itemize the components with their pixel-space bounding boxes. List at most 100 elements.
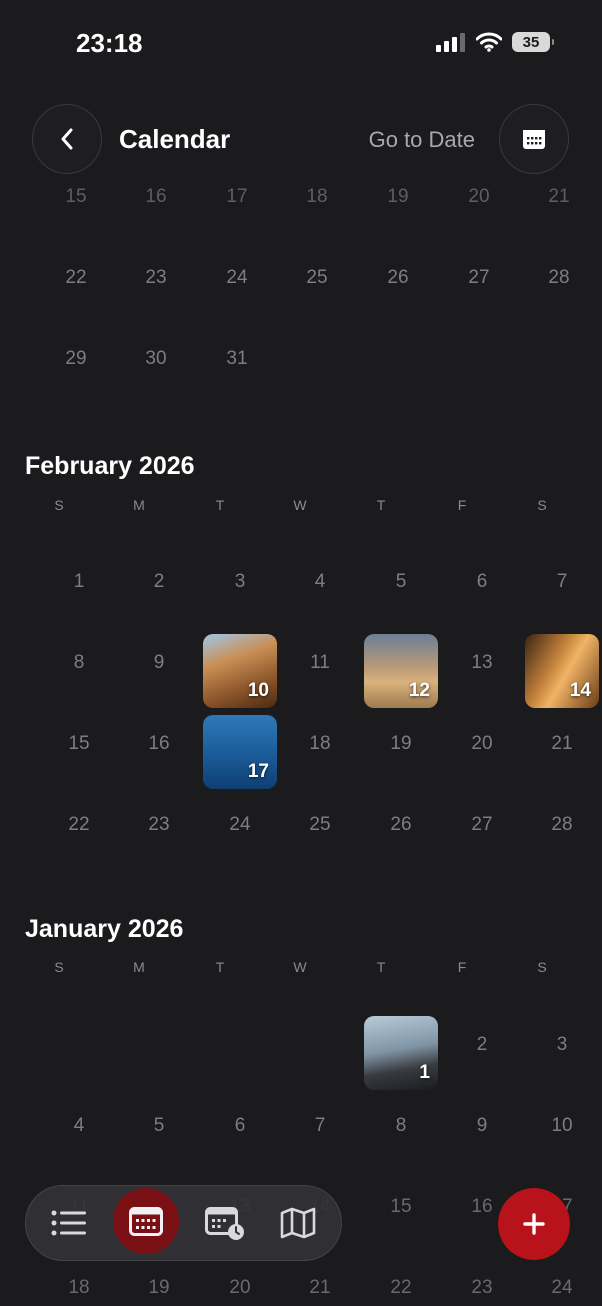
day-cell[interactable]: 21 — [548, 186, 569, 208]
weekday-header: F — [457, 959, 467, 975]
day-cell[interactable]: 25 — [306, 267, 327, 289]
day-cell[interactable]: 20 — [471, 733, 492, 755]
weekday-header: S — [54, 959, 64, 975]
day-cell[interactable]: 31 — [226, 348, 247, 370]
plus-icon — [523, 1213, 545, 1235]
day-cell[interactable]: 13 — [471, 652, 492, 674]
weekday-header: T — [376, 959, 386, 975]
day-cell[interactable]: 4 — [74, 1115, 85, 1137]
day-cell[interactable]: 1 — [74, 571, 85, 593]
day-cell[interactable]: 11 — [310, 652, 330, 674]
day-cell[interactable]: 9 — [154, 652, 165, 674]
day-cell[interactable]: 15 — [68, 733, 89, 755]
day-cell[interactable]: 8 — [74, 652, 85, 674]
add-button[interactable] — [498, 1188, 570, 1260]
go-to-date-button[interactable]: Go to Date — [369, 127, 475, 153]
day-cell[interactable]: 5 — [396, 571, 407, 593]
tab-timeline[interactable] — [193, 1185, 257, 1261]
day-cell[interactable]: 23 — [148, 814, 169, 836]
back-button[interactable] — [32, 104, 102, 174]
day-cell[interactable]: 3 — [235, 571, 246, 593]
day-cell[interactable]: 18 — [306, 186, 327, 208]
month-title-january: January 2026 — [25, 915, 184, 943]
day-cell[interactable]: 2 — [477, 1034, 488, 1056]
weekday-header: M — [133, 497, 145, 513]
calendar-icon — [129, 1207, 163, 1236]
day-cell[interactable]: 3 — [557, 1034, 568, 1056]
battery-icon: 35 — [512, 32, 554, 52]
day-cell[interactable]: 24 — [226, 267, 247, 289]
day-cell[interactable]: 28 — [551, 814, 572, 836]
day-cell[interactable]: 19 — [390, 733, 411, 755]
day-cell[interactable]: 9 — [477, 1115, 488, 1137]
day-number: 14 — [569, 680, 591, 701]
day-cell[interactable]: 4 — [315, 571, 326, 593]
tab-list[interactable] — [37, 1185, 101, 1261]
day-cell[interactable]: 22 — [65, 267, 86, 289]
tab-calendar[interactable] — [113, 1188, 179, 1254]
weekday-header: M — [133, 959, 145, 975]
day-cell[interactable]: 22 — [68, 814, 89, 836]
day-cell[interactable]: 16 — [471, 1196, 492, 1218]
calendar-icon — [523, 130, 545, 149]
day-cell[interactable]: 6 — [235, 1115, 246, 1137]
day-cell[interactable]: 18 — [68, 1277, 89, 1299]
day-cell[interactable]: 24 — [229, 814, 250, 836]
day-cell[interactable]: 6 — [477, 571, 488, 593]
page-title: Calendar — [119, 124, 231, 154]
chevron-left-icon — [61, 128, 73, 150]
day-cell[interactable]: 15 — [65, 186, 86, 208]
weekday-header: W — [293, 959, 307, 975]
day-cell[interactable]: 15 — [390, 1196, 411, 1218]
day-photo-cell[interactable]: 12 — [364, 634, 438, 708]
day-cell[interactable]: 20 — [468, 186, 489, 208]
day-cell[interactable]: 21 — [309, 1277, 330, 1299]
weekday-header: T — [215, 959, 225, 975]
day-cell[interactable]: 27 — [471, 814, 492, 836]
month-title-february: February 2026 — [25, 452, 195, 480]
battery-level: 35 — [522, 33, 540, 51]
day-cell[interactable]: 20 — [229, 1277, 250, 1299]
day-cell[interactable]: 16 — [148, 733, 169, 755]
weekday-header: S — [537, 497, 547, 513]
day-number: 1 — [419, 1062, 430, 1083]
day-cell[interactable]: 18 — [309, 733, 330, 755]
calendar-picker-button[interactable] — [499, 104, 569, 174]
day-cell[interactable]: 23 — [471, 1277, 492, 1299]
day-cell[interactable]: 7 — [315, 1115, 326, 1137]
day-photo-cell[interactable]: 1 — [364, 1016, 438, 1090]
tab-map[interactable] — [266, 1185, 330, 1261]
day-cell[interactable]: 30 — [145, 348, 166, 370]
day-number: 10 — [247, 680, 269, 701]
day-cell[interactable]: 25 — [309, 814, 330, 836]
day-cell[interactable]: 16 — [145, 186, 166, 208]
day-cell[interactable]: 24 — [551, 1277, 572, 1299]
day-cell[interactable]: 28 — [548, 267, 569, 289]
weekday-header: T — [376, 497, 386, 513]
day-photo-cell[interactable]: 14 — [525, 634, 599, 708]
weekday-header: F — [457, 497, 467, 513]
day-cell[interactable]: 29 — [65, 348, 86, 370]
status-time: 23:18 — [76, 28, 143, 58]
weekday-header: T — [215, 497, 225, 513]
day-cell[interactable]: 5 — [154, 1115, 165, 1137]
day-cell[interactable]: 21 — [551, 733, 572, 755]
day-photo-cell[interactable]: 10 — [203, 634, 277, 708]
day-photo-cell[interactable]: 17 — [203, 715, 277, 789]
day-cell[interactable]: 19 — [387, 186, 408, 208]
day-number: 12 — [408, 680, 430, 701]
weekday-header: W — [293, 497, 307, 513]
day-cell[interactable]: 17 — [226, 186, 247, 208]
day-cell[interactable]: 26 — [387, 267, 408, 289]
day-cell[interactable]: 22 — [390, 1277, 411, 1299]
day-cell[interactable]: 8 — [396, 1115, 407, 1137]
list-icon — [51, 1210, 86, 1236]
day-cell[interactable]: 7 — [557, 571, 568, 593]
day-cell[interactable]: 27 — [468, 267, 489, 289]
day-number: 17 — [247, 761, 269, 782]
day-cell[interactable]: 19 — [148, 1277, 169, 1299]
day-cell[interactable]: 2 — [154, 571, 165, 593]
day-cell[interactable]: 23 — [145, 267, 166, 289]
day-cell[interactable]: 26 — [390, 814, 411, 836]
day-cell[interactable]: 10 — [551, 1115, 572, 1137]
